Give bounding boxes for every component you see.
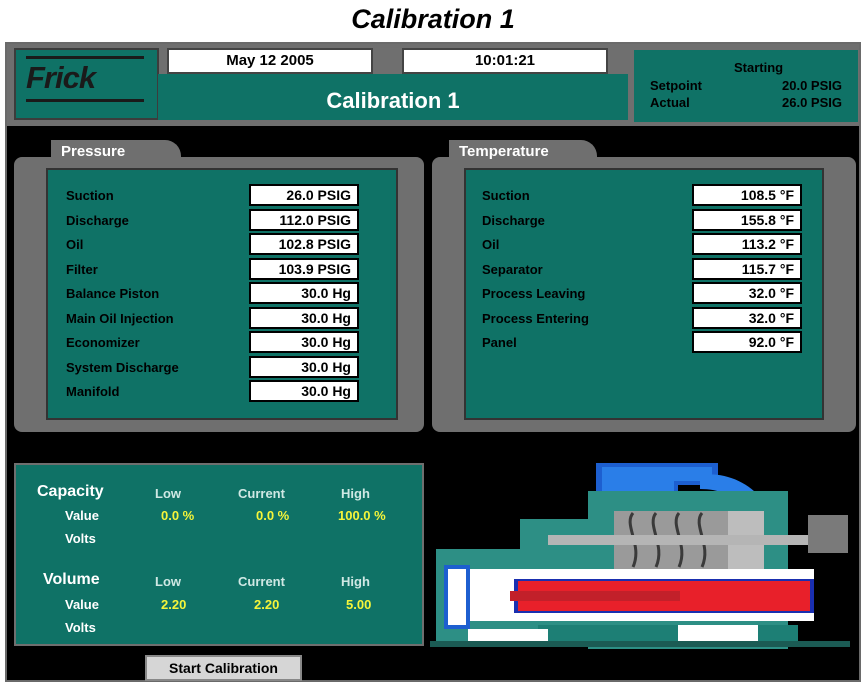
pressure-value-7: 30.0 Hg <box>249 355 359 378</box>
temperature-label-1: Discharge <box>482 212 545 228</box>
capacity-value-label: Value <box>65 508 99 523</box>
temperature-label-3: Separator <box>482 261 543 277</box>
temperature-value-6: 92.0 °F <box>692 331 802 353</box>
capacity-col-low: Low <box>155 486 181 501</box>
pressure-label-1: Discharge <box>66 212 129 228</box>
logo-rule-top <box>26 56 144 59</box>
temperature-label-0: Suction <box>482 188 530 203</box>
volume-high-value: 5.00 <box>346 597 372 612</box>
capacity-col-current: Current <box>238 486 285 501</box>
temperature-value-4: 32.0 °F <box>692 282 802 304</box>
pressure-value-2: 102.8 PSIG <box>249 233 359 255</box>
volume-title: Volume <box>43 571 100 588</box>
time-display: 10:01:21 <box>402 48 608 74</box>
temperature-tab: Temperature <box>449 140 597 164</box>
volume-value-label: Value <box>65 597 99 612</box>
temperature-readings: Suction 108.5 °F Discharge 155.8 °F Oil 113.2… <box>464 168 824 420</box>
pressure-value-0: 26.0 PSIG <box>249 184 359 206</box>
capacity-volts-label: Volts <box>65 531 96 546</box>
pressure-label-4: Balance Piston <box>66 286 160 301</box>
date-display: May 12 2005 <box>167 48 373 74</box>
logo-rule-bottom <box>26 99 144 102</box>
pressure-value-5: 30.0 Hg <box>249 306 359 329</box>
screen-title: Calibration 1 <box>326 88 460 113</box>
actual-value: 26.0 PSIG <box>782 95 842 110</box>
temperature-value-2: 113.2 °F <box>692 233 802 255</box>
pressure-value-4: 30.0 Hg <box>249 282 359 304</box>
setpoint-label: Setpoint <box>650 78 702 93</box>
pressure-value-1: 112.0 PSIG <box>249 208 359 231</box>
logo-text: Frick <box>26 60 96 95</box>
capacity-low-value: 0.0 % <box>161 508 195 523</box>
setpoint-value: 20.0 PSIG <box>782 78 842 93</box>
volume-col-current: Current <box>238 574 285 589</box>
status-text: Starting <box>734 60 784 75</box>
pressure-tab: Pressure <box>51 140 181 164</box>
pressure-readings: Suction 26.0 PSIG Discharge 112.0 PSIG Oil 10… <box>46 168 398 420</box>
pressure-label-2: Oil <box>66 237 84 252</box>
capacity-col-high: High <box>341 486 370 501</box>
temperature-value-1: 155.8 °F <box>692 208 802 231</box>
compressor-cutaway-image <box>430 463 850 649</box>
temperature-label-6: Panel <box>482 335 517 350</box>
status-panel: Starting Setpoint 20.0 PSIG Actual 26.0 … <box>634 50 858 122</box>
temperature-value-0: 108.5 °F <box>692 184 802 206</box>
volume-low-value: 2.20 <box>161 597 187 612</box>
pressure-label-0: Suction <box>66 188 114 203</box>
temperature-label-4: Process Leaving <box>482 286 586 301</box>
pressure-label-7: System Discharge <box>66 359 179 375</box>
calibration-panel: Capacity Low Current High Value 0.0 % 0.… <box>14 463 424 646</box>
temperature-label-5: Process Entering <box>482 310 589 326</box>
document-title: Calibration 1 <box>351 4 515 34</box>
start-calibration-button[interactable]: Start Calibration <box>145 655 302 681</box>
pressure-label-8: Manifold <box>66 384 120 399</box>
pressure-value-3: 103.9 PSIG <box>249 257 359 280</box>
volume-current-value: 2.20 <box>254 597 280 612</box>
capacity-title: Capacity <box>37 483 104 500</box>
pressure-value-8: 30.0 Hg <box>249 380 359 402</box>
pressure-value-6: 30.0 Hg <box>249 331 359 353</box>
capacity-high-value: 100.0 % <box>338 508 386 523</box>
pressure-label-3: Filter <box>66 261 98 277</box>
temperature-label-2: Oil <box>482 237 500 252</box>
temperature-value-3: 115.7 °F <box>692 257 802 280</box>
pressure-label-6: Economizer <box>66 335 140 350</box>
volume-col-low: Low <box>155 574 181 589</box>
temperature-value-5: 32.0 °F <box>692 306 802 329</box>
actual-label: Actual <box>650 95 690 110</box>
volume-volts-label: Volts <box>65 620 96 635</box>
pressure-label-5: Main Oil Injection <box>66 310 174 326</box>
volume-col-high: High <box>341 574 370 589</box>
capacity-current-value: 0.0 % <box>256 508 290 523</box>
